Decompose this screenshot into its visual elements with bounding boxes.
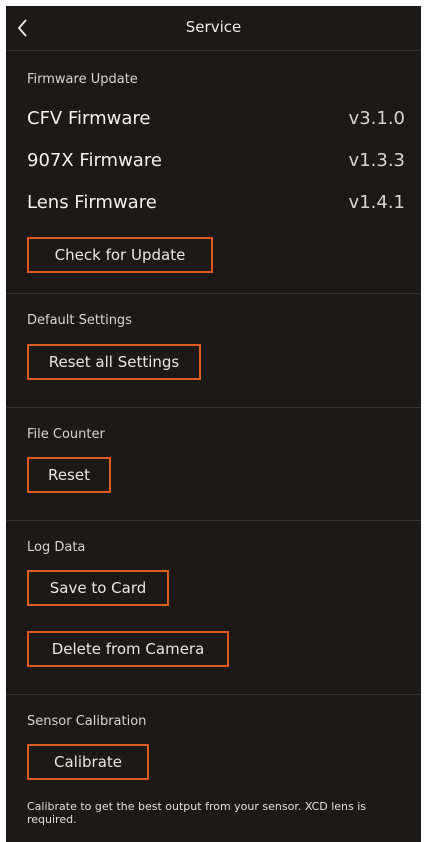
section-label-sensor-calibration: Sensor Calibration xyxy=(27,714,147,729)
calibrate-button[interactable]: Calibrate xyxy=(27,744,149,780)
reset-all-settings-button[interactable]: Reset all Settings xyxy=(27,344,201,380)
save-to-card-button[interactable]: Save to Card xyxy=(27,570,169,606)
firmware-update-section: Firmware Update CFV Firmware v3.1.0 907X… xyxy=(6,51,421,294)
check-for-update-button[interactable]: Check for Update xyxy=(27,237,213,273)
firmware-name: Lens Firmware xyxy=(27,192,157,213)
firmware-version: v1.3.3 xyxy=(348,150,405,171)
firmware-version: v3.1.0 xyxy=(348,108,405,129)
calibration-note: Calibrate to get the best output from yo… xyxy=(27,800,367,826)
delete-from-camera-button[interactable]: Delete from Camera xyxy=(27,631,229,667)
reset-file-counter-button[interactable]: Reset xyxy=(27,457,111,493)
service-screen: Service Firmware Update CFV Firmware v3.… xyxy=(6,6,421,842)
file-counter-section: File Counter Reset xyxy=(6,408,421,521)
default-settings-section: Default Settings Reset all Settings xyxy=(6,294,421,408)
section-label-file-counter: File Counter xyxy=(27,427,105,442)
log-data-section: Log Data Save to Card Delete from Camera xyxy=(6,521,421,695)
firmware-version: v1.4.1 xyxy=(348,192,405,213)
section-label-log-data: Log Data xyxy=(27,540,86,555)
firmware-name: 907X Firmware xyxy=(27,150,162,171)
firmware-name: CFV Firmware xyxy=(27,108,151,129)
page-title: Service xyxy=(185,18,242,36)
header-bar: Service xyxy=(6,6,421,51)
section-label-default-settings: Default Settings xyxy=(27,313,132,328)
section-label-firmware: Firmware Update xyxy=(27,72,138,87)
